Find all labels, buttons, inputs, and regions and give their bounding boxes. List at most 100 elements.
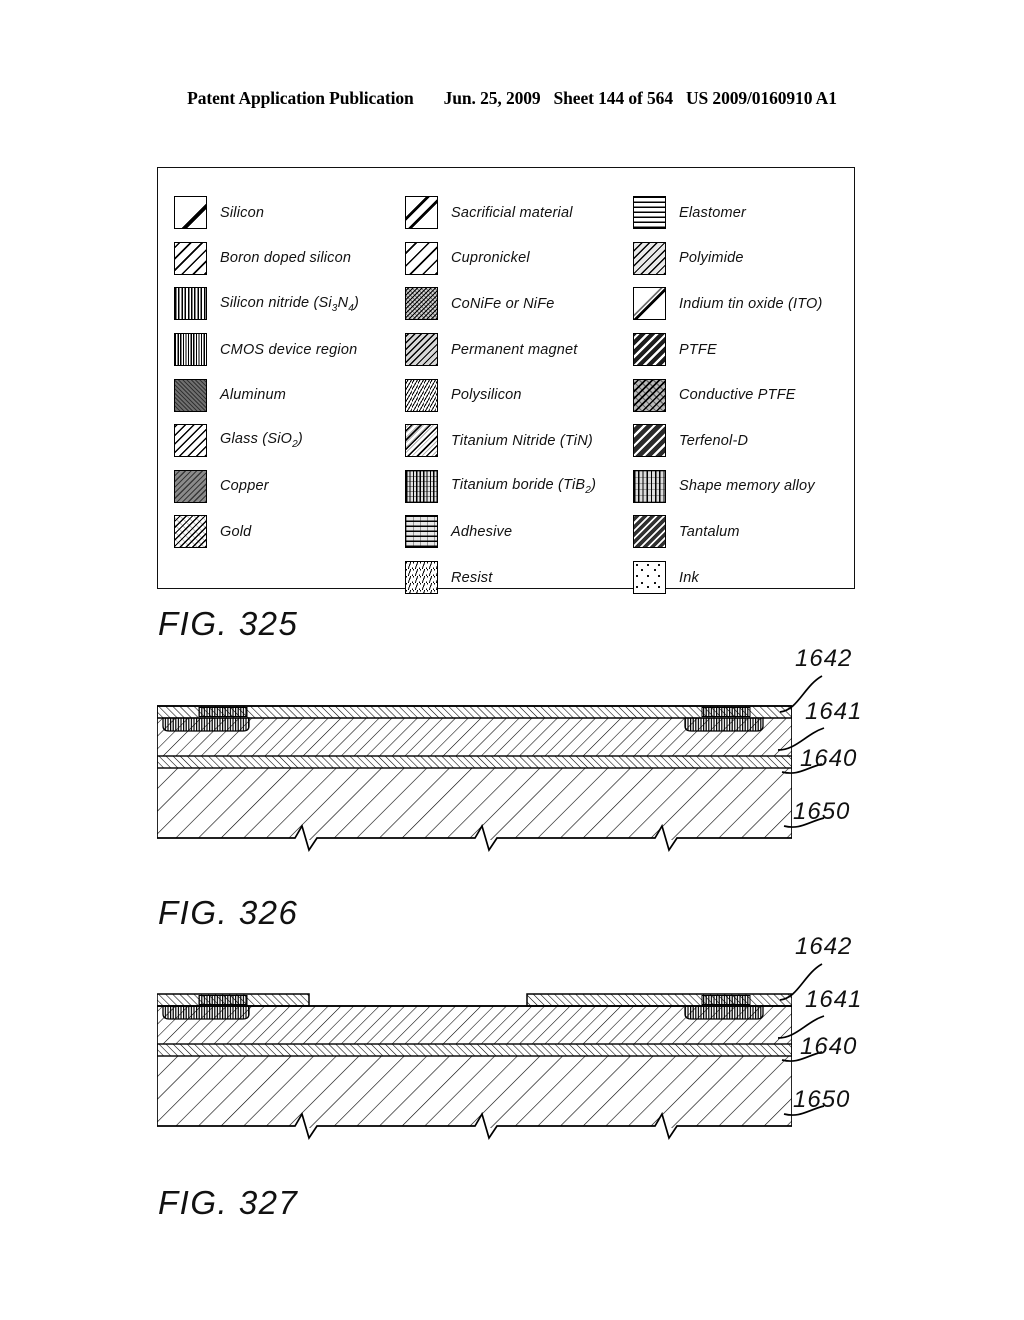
ref-numeral-1641-fig326: 1641 xyxy=(805,698,863,725)
legend-item: Polysilicon xyxy=(405,372,596,418)
aluminum-swatch xyxy=(174,378,207,412)
copper-swatch xyxy=(174,469,207,503)
legend-item-label: Aluminum xyxy=(220,387,287,404)
figure-326-cross-section xyxy=(157,698,792,866)
legend-item: CoNiFe or NiFe xyxy=(405,281,596,327)
cupronickel-swatch xyxy=(405,241,438,275)
figure-327-cross-section xyxy=(157,986,792,1154)
legend-item-label: Boron doped silicon xyxy=(220,250,352,267)
legend-item-label: Ink xyxy=(679,569,699,586)
legend-item-label: Elastomer xyxy=(679,204,747,221)
shape-memory-alloy-swatch xyxy=(633,469,666,503)
legend-item: Gold xyxy=(174,509,359,555)
permanent-magnet-swatch xyxy=(405,333,438,367)
legend-item: Aluminum xyxy=(174,372,359,418)
legend-item: CMOS device region xyxy=(174,327,359,373)
legend-item-label: Terfenol-D xyxy=(679,432,749,449)
legend-item-label: CMOS device region xyxy=(220,341,358,358)
ref-numeral-1650-fig326: 1650 xyxy=(793,798,851,825)
ptfe-swatch xyxy=(633,333,666,367)
legend-column-1: Silicon Boron doped silicon Silicon nitrid… xyxy=(174,190,359,555)
legend-item: Ink xyxy=(633,555,823,601)
legend-item-label: Indium tin oxide (ITO) xyxy=(679,295,823,312)
legend-item: Boron doped silicon xyxy=(174,236,359,282)
legend-item: Copper xyxy=(174,464,359,510)
legend-item: Polyimide xyxy=(633,236,823,282)
legend-item-label: Silicon xyxy=(220,204,265,221)
ref-numeral-1641-fig327: 1641 xyxy=(805,986,863,1013)
figure-caption-326: FIG. 326 xyxy=(158,894,299,931)
legend-item-label: PTFE xyxy=(679,341,717,358)
legend-item-label: Permanent magnet xyxy=(451,341,578,358)
legend-item: Sacrificial material xyxy=(405,190,596,236)
legend-item: Silicon xyxy=(174,190,359,236)
legend-item: Permanent magnet xyxy=(405,327,596,373)
legend-item-label: Titanium boride (TiB2) xyxy=(451,476,597,496)
ref-numeral-1642-fig327: 1642 xyxy=(795,933,853,960)
glass-swatch xyxy=(174,424,207,458)
legend-item: Indium tin oxide (ITO) xyxy=(633,281,823,327)
ref-numeral-1640-fig327: 1640 xyxy=(800,1033,858,1060)
silicon-nitride-swatch xyxy=(174,287,207,321)
header-sheet: Sheet 144 of 564 xyxy=(553,88,674,108)
ref-numeral-1640-fig326: 1640 xyxy=(800,745,858,772)
header-publication: Patent Application Publication xyxy=(187,88,414,108)
legend-box: Silicon Boron doped silicon Silicon nitrid… xyxy=(157,167,855,595)
ref-numeral-1650-fig327: 1650 xyxy=(793,1086,851,1113)
page-header: Patent Application Publication Jun. 25, … xyxy=(0,88,1024,109)
header-date: Jun. 25, 2009 xyxy=(443,88,541,108)
indium-tin-oxide-swatch xyxy=(633,287,666,321)
figure-caption-327: FIG. 327 xyxy=(158,1184,299,1221)
legend-item-label: Polyimide xyxy=(679,250,744,267)
titanium-boride-swatch xyxy=(405,469,438,503)
legend-item-label: Shape memory alloy xyxy=(679,478,815,495)
legend-item-label: Resist xyxy=(451,569,493,586)
terfenol-d-swatch xyxy=(633,424,666,458)
legend-item-label: Adhesive xyxy=(451,523,513,540)
header-patent-number: US 2009/0160910 A1 xyxy=(685,88,837,108)
gold-swatch xyxy=(174,515,207,549)
legend-item-label: Sacrificial material xyxy=(451,204,573,221)
legend-item-label: Gold xyxy=(220,523,252,540)
legend-item-label: Conductive PTFE xyxy=(679,387,796,404)
ink-swatch xyxy=(633,561,666,595)
polyimide-swatch xyxy=(633,241,666,275)
figure-caption-325: FIG. 325 xyxy=(158,605,299,642)
silicon-swatch xyxy=(174,196,207,230)
tantalum-swatch xyxy=(633,515,666,549)
legend-item-label: Tantalum xyxy=(679,523,740,540)
legend-item-label: Copper xyxy=(220,478,269,495)
sacrificial-material-swatch xyxy=(405,196,438,230)
legend-item: Cupronickel xyxy=(405,236,596,282)
elastomer-swatch xyxy=(633,196,666,230)
legend-item: Shape memory alloy xyxy=(633,464,823,510)
adhesive-swatch xyxy=(405,515,438,549)
legend-item: Adhesive xyxy=(405,509,596,555)
legend-item-label: Glass (SiO2) xyxy=(220,431,303,451)
legend-item-label: Cupronickel xyxy=(451,250,530,267)
legend-item: Resist xyxy=(405,555,596,601)
ref-numeral-1642-fig326: 1642 xyxy=(795,645,853,672)
conductive-ptfe-swatch xyxy=(633,378,666,412)
titanium-nitride-swatch xyxy=(405,424,438,458)
legend-item: Conductive PTFE xyxy=(633,372,823,418)
resist-swatch xyxy=(405,561,438,595)
legend-item: Elastomer xyxy=(633,190,823,236)
polysilicon-swatch xyxy=(405,378,438,412)
legend-item: PTFE xyxy=(633,327,823,373)
legend-item: Titanium Nitride (TiN) xyxy=(405,418,596,464)
conife-swatch xyxy=(405,287,438,321)
legend-item-label: Polysilicon xyxy=(451,387,522,404)
legend-item: Glass (SiO2) xyxy=(174,418,359,464)
legend-item-label: Titanium Nitride (TiN) xyxy=(451,432,593,449)
legend-item: Tantalum xyxy=(633,509,823,555)
legend-column-2: Sacrificial material Cupronickel CoNiFe or… xyxy=(405,190,596,600)
cmos-device-region-swatch xyxy=(174,333,207,367)
legend-item-label: Silicon nitride (Si3N4) xyxy=(220,294,360,314)
legend-column-3: Elastomer Polyimide Indium tin oxide (ITO)… xyxy=(633,190,823,600)
boron-doped-silicon-swatch xyxy=(174,241,207,275)
legend-item-label: CoNiFe or NiFe xyxy=(451,295,555,312)
legend-item: Silicon nitride (Si3N4) xyxy=(174,281,359,327)
legend-item: Terfenol-D xyxy=(633,418,823,464)
legend-item: Titanium boride (TiB2) xyxy=(405,464,596,510)
